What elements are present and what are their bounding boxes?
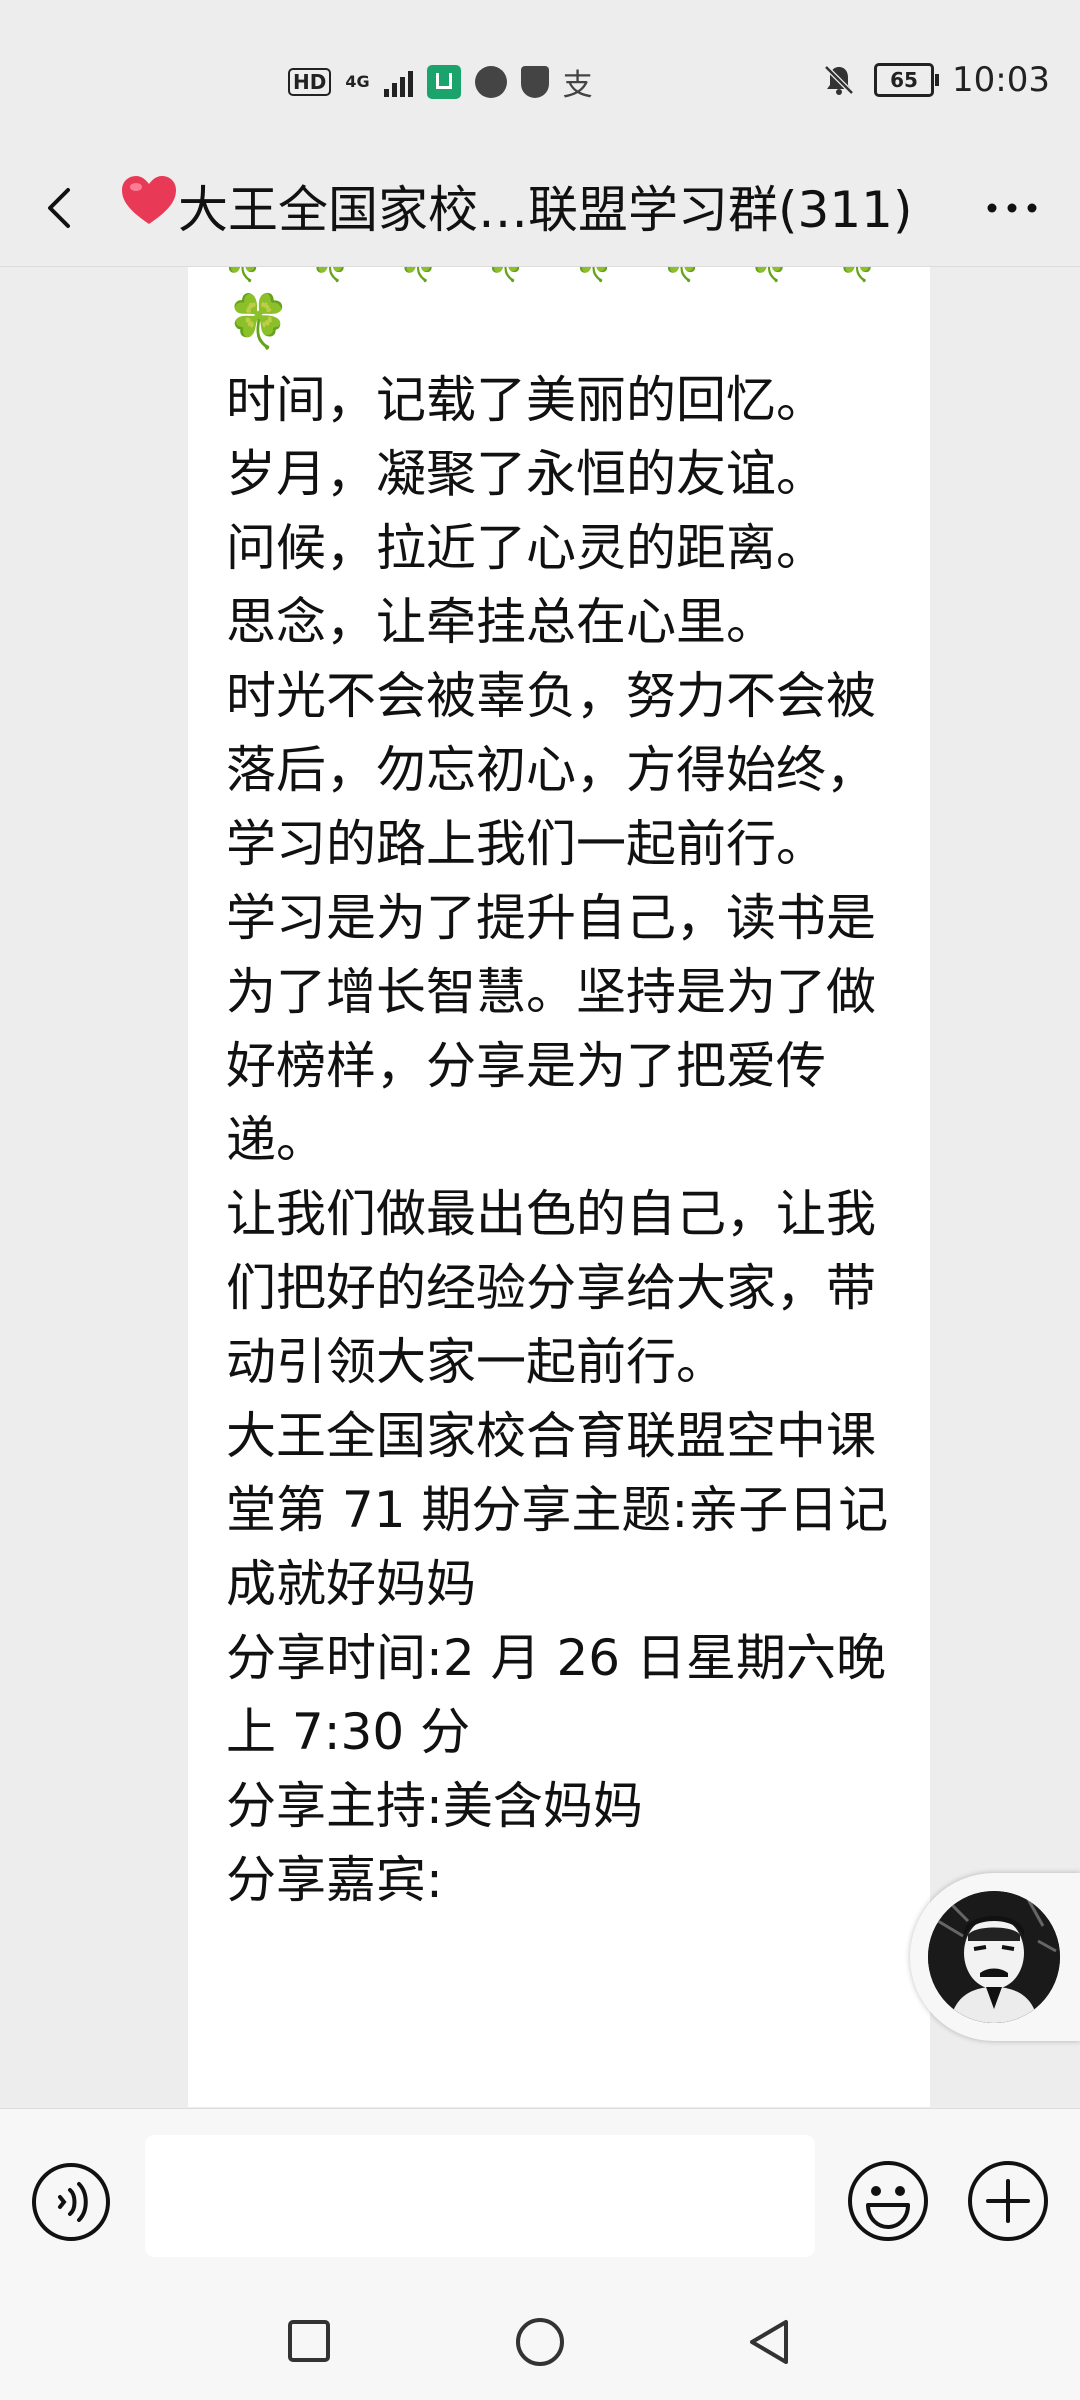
floating-window[interactable] <box>910 1873 1080 2041</box>
status-icons: HD 4G 支 <box>288 60 593 104</box>
status-bar: HD 4G 支 65 10:03 <box>0 0 1080 150</box>
voice-icon[interactable] <box>30 2161 112 2243</box>
chevron-left-icon[interactable] <box>30 178 90 238</box>
more-dots-icon[interactable] <box>980 178 1044 238</box>
input-bar <box>0 2108 1080 2289</box>
browser-icon <box>474 66 507 98</box>
message-line: 分享嘉宾: <box>226 1851 443 1909</box>
clover-row: 🍀🍀🍀🍀🍀🍀🍀🍀 <box>218 267 918 281</box>
chat-title: 大王全国家校…联盟学习群(311) <box>178 181 913 239</box>
plus-icon[interactable] <box>966 2159 1050 2243</box>
message-paragraph: 大王全国家校合育联盟空中课堂第 71 期分享主题:亲子日记成就好妈妈 <box>226 1407 889 1613</box>
battery-icon: 65 <box>874 63 940 97</box>
shield-icon <box>520 66 549 98</box>
home-icon[interactable] <box>514 2316 566 2368</box>
message-input[interactable] <box>145 2135 815 2257</box>
hd-badge: HD <box>288 68 332 96</box>
status-right: 65 10:03 <box>822 58 1050 102</box>
message-line: 岁月，凝聚了永恒的友谊。 <box>226 445 826 503</box>
network-label: 4G <box>345 72 370 91</box>
message-text: 时间，记载了美丽的回忆。 岁月，凝聚了永恒的友谊。 问候，拉近了心灵的距离。 思… <box>226 363 906 1917</box>
heart-icon <box>122 176 176 224</box>
chat-header: 大王全国家校…联盟学习群(311) <box>0 150 1080 267</box>
signal-icon <box>383 67 413 97</box>
clover-emoji: 🍀 <box>226 292 291 352</box>
emoji-icon[interactable] <box>846 2159 930 2243</box>
message-bubble[interactable]: 🍀🍀🍀🍀🍀🍀🍀🍀 🍀 时间，记载了美丽的回忆。 岁月，凝聚了永恒的友谊。 问候，… <box>188 267 930 2107</box>
alipay-icon: 支 <box>562 68 593 103</box>
message-paragraph: 分享时间:2 月 26 日星期六晚上 7:30 分 <box>226 1629 886 1761</box>
mute-bell-icon <box>824 65 854 95</box>
app-icon <box>426 65 461 99</box>
message-paragraph: 让我们做最出色的自己，让我们把好的经验分享给大家，带动引领大家一起前行。 <box>226 1185 876 1391</box>
message-line: 时间，记载了美丽的回忆。 <box>226 371 826 429</box>
clock: 10:03 <box>952 60 1050 100</box>
recent-apps-icon[interactable] <box>286 2318 332 2364</box>
message-paragraph: 时光不会被辜负，努力不会被落后，勿忘初心，方得始终，学习的路上我们一起前行。 <box>226 667 876 873</box>
system-nav-bar <box>0 2288 1080 2400</box>
message-line: 思念，让牵挂总在心里。 <box>226 593 776 651</box>
message-paragraph: 学习是为了提升自己，读书是为了增长智慧。坚持是为了做好榜样，分享是为了把爱传递。 <box>226 889 876 1169</box>
message-line: 问候，拉近了心灵的距离。 <box>226 519 826 577</box>
back-icon[interactable] <box>744 2316 796 2368</box>
message-line: 分享主持:美含妈妈 <box>226 1777 643 1835</box>
chat-area[interactable]: 🍀🍀🍀🍀🍀🍀🍀🍀 🍀 时间，记载了美丽的回忆。 岁月，凝聚了永恒的友谊。 问候，… <box>0 267 1080 2107</box>
portrait-image <box>928 1891 1060 2023</box>
portrait-avatar[interactable] <box>928 1891 1060 2023</box>
